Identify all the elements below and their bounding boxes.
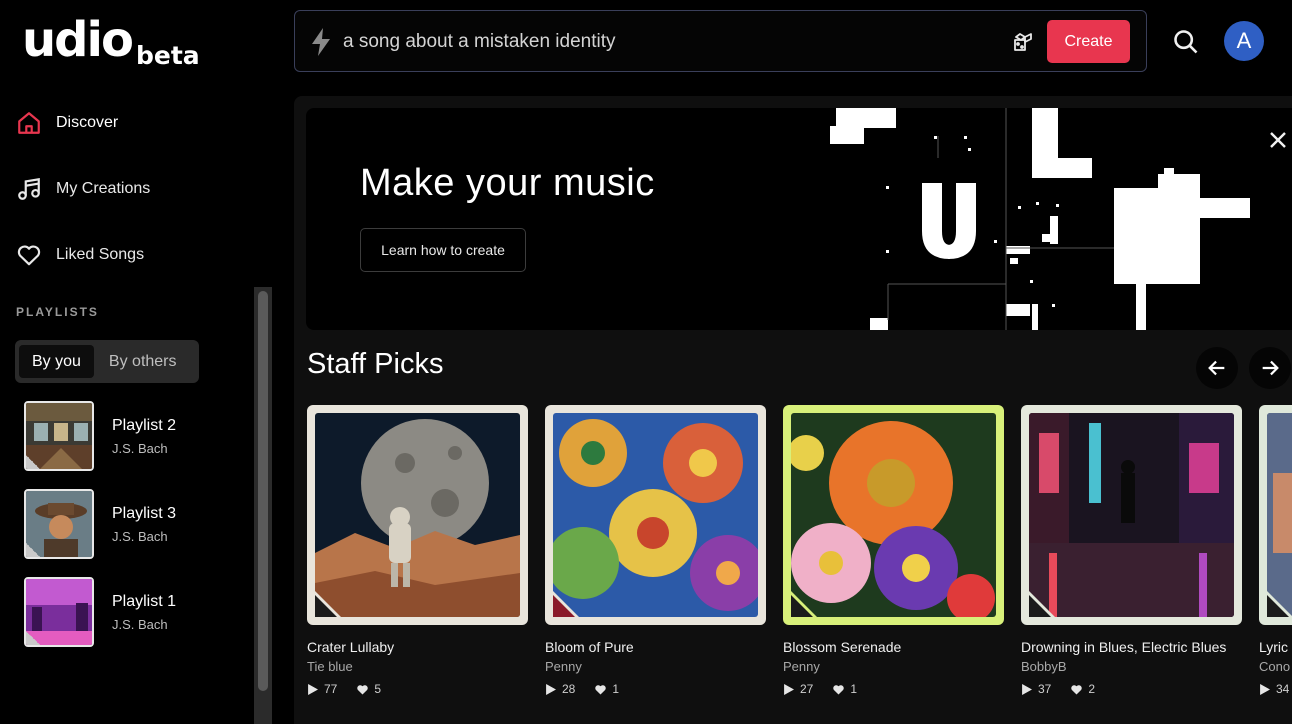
play-count: 37 xyxy=(1038,682,1052,696)
play-count-icon xyxy=(546,683,556,695)
playlist-item[interactable]: Playlist 3 J.S. Bach xyxy=(24,489,176,559)
playlist-owner: J.S. Bach xyxy=(112,528,168,544)
create-button[interactable]: Create xyxy=(1047,20,1130,63)
like-count: 1 xyxy=(850,682,858,696)
song-card[interactable]: Lyric Cono 34 xyxy=(1259,405,1292,696)
playlist-title: Playlist 1 xyxy=(112,592,177,610)
home-icon xyxy=(18,112,40,134)
playlist-item[interactable]: Playlist 1 J.S. Bach xyxy=(24,577,176,647)
user-avatar[interactable]: A xyxy=(1224,21,1264,61)
nav-label: Discover xyxy=(56,114,119,131)
like-count: 5 xyxy=(374,682,382,696)
hero-title: Make your music xyxy=(360,162,655,204)
udio-corner-icon xyxy=(1029,591,1055,617)
song-artist[interactable]: Penny xyxy=(545,659,766,674)
playlist-owner: J.S. Bach xyxy=(112,616,168,632)
prompt-bar: Create xyxy=(294,10,1147,72)
song-stats: 28 1 xyxy=(545,682,766,696)
nav-label: Liked Songs xyxy=(56,246,145,263)
like-count: 1 xyxy=(612,682,620,696)
song-cover[interactable] xyxy=(307,405,528,625)
nav-liked-songs[interactable]: Liked Songs xyxy=(16,242,144,268)
playlist-thumbnail xyxy=(24,401,94,471)
playlist-filter-toggle: By you By others xyxy=(15,340,199,383)
song-stats: 77 5 xyxy=(307,682,528,696)
udio-corner-icon xyxy=(1267,591,1292,617)
music-note-icon xyxy=(18,177,40,200)
like-count-icon xyxy=(357,684,369,695)
song-title[interactable]: Bloom of Pure xyxy=(545,639,766,655)
learn-how-button[interactable]: Learn how to create xyxy=(360,228,526,272)
playlist-item[interactable]: Playlist 2 J.S. Bach xyxy=(24,401,176,471)
song-cover[interactable] xyxy=(545,405,766,625)
tab-by-you[interactable]: By you xyxy=(19,345,94,378)
heart-icon xyxy=(17,245,41,266)
song-artist[interactable]: Tie blue xyxy=(307,659,528,674)
song-stats: 27 1 xyxy=(783,682,1004,696)
section-title: Staff Picks xyxy=(307,348,444,380)
playlist-title: Playlist 2 xyxy=(112,416,177,434)
play-count: 28 xyxy=(562,682,576,696)
play-count-icon xyxy=(1022,683,1032,695)
nav-label: My Creations xyxy=(56,180,151,197)
card-overflow-clip: Lyric Cono 34 xyxy=(1259,405,1292,724)
like-count: 2 xyxy=(1088,682,1096,696)
play-count-icon xyxy=(308,683,318,695)
prompt-input[interactable] xyxy=(343,25,963,59)
carousel-prev-button[interactable] xyxy=(1196,347,1238,389)
logo-wordmark: udio xyxy=(22,12,134,68)
song-card[interactable]: Blossom Serenade Penny 27 1 xyxy=(783,405,1004,696)
arrow-left-icon xyxy=(1208,360,1225,376)
play-count: 34 xyxy=(1276,682,1290,696)
song-artist[interactable]: Penny xyxy=(783,659,1004,674)
udio-logo[interactable]: udio beta xyxy=(22,12,200,70)
play-count-icon xyxy=(1260,683,1270,695)
arrow-right-icon xyxy=(1262,360,1279,376)
song-title[interactable]: Blossom Serenade xyxy=(783,639,1004,655)
play-count-icon xyxy=(784,683,794,695)
play-count: 27 xyxy=(800,682,814,696)
playlist-owner: J.S. Bach xyxy=(112,440,168,456)
sidebar-scrollbar[interactable] xyxy=(254,287,272,724)
song-title[interactable]: Lyric xyxy=(1259,639,1292,655)
lightning-icon[interactable] xyxy=(309,27,333,57)
playlists-heading: PLAYLISTS xyxy=(16,305,99,319)
song-artist[interactable]: BobbyB xyxy=(1021,659,1242,674)
hero-banner: Make your music Learn how to create xyxy=(306,108,1292,330)
scrollbar-thumb[interactable] xyxy=(258,291,268,691)
like-count-icon xyxy=(833,684,845,695)
udio-corner-icon xyxy=(791,591,817,617)
song-cover[interactable] xyxy=(1259,405,1292,625)
play-count: 77 xyxy=(324,682,338,696)
search-icon[interactable] xyxy=(1172,28,1200,56)
song-cover[interactable] xyxy=(1021,405,1242,625)
song-artist[interactable]: Cono xyxy=(1259,659,1292,674)
song-card[interactable]: Drowning in Blues, Electric Blues BobbyB… xyxy=(1021,405,1242,696)
nav-my-creations[interactable]: My Creations xyxy=(16,176,150,202)
song-card[interactable]: Bloom of Pure Penny 28 1 xyxy=(545,405,766,696)
song-stats: 37 2 xyxy=(1021,682,1242,696)
song-stats: 34 xyxy=(1259,682,1292,696)
sidebar: udio beta Discover My Creations Liked So… xyxy=(0,0,272,724)
random-prompt-icon[interactable] xyxy=(1011,30,1035,54)
hero-pixel-art xyxy=(830,108,1250,330)
tab-by-others[interactable]: By others xyxy=(96,345,190,378)
nav-discover[interactable]: Discover xyxy=(16,110,118,136)
song-card[interactable]: Crater Lullaby Tie blue 77 5 xyxy=(307,405,528,696)
song-cover[interactable] xyxy=(783,405,1004,625)
close-banner-icon[interactable] xyxy=(1266,128,1290,152)
udio-corner-icon xyxy=(553,591,579,617)
song-title[interactable]: Crater Lullaby xyxy=(307,639,528,655)
carousel-next-button[interactable] xyxy=(1249,347,1291,389)
like-count-icon xyxy=(595,684,607,695)
playlist-thumbnail xyxy=(24,489,94,559)
playlist-title: Playlist 3 xyxy=(112,504,177,522)
playlist-thumbnail xyxy=(24,577,94,647)
like-count-icon xyxy=(1071,684,1083,695)
song-title[interactable]: Drowning in Blues, Electric Blues xyxy=(1021,639,1242,655)
udio-corner-icon xyxy=(315,591,341,617)
logo-beta-badge: beta xyxy=(135,41,200,70)
